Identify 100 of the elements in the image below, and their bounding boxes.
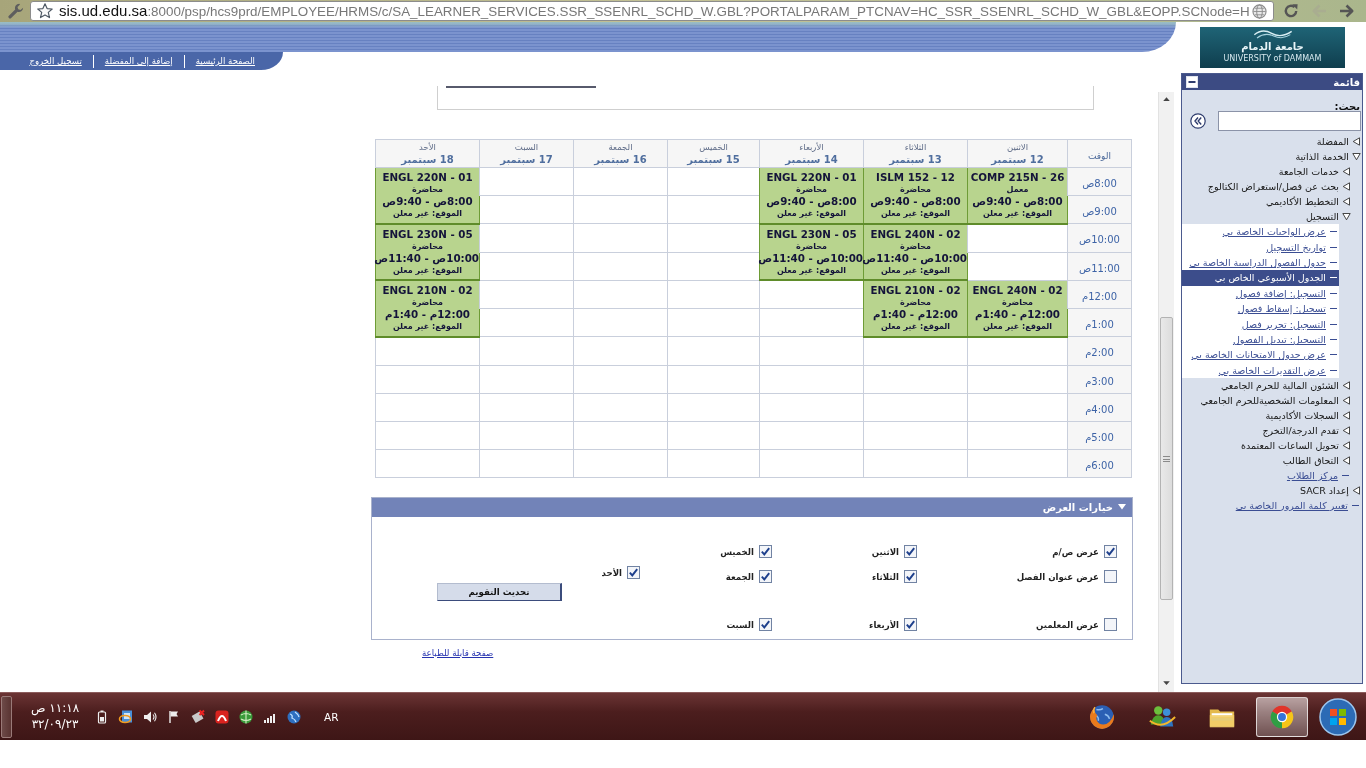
course-code: ENGL 230N - 05 [766,227,857,241]
checkbox[interactable] [904,570,917,583]
menu-folder[interactable]: تقدم الدرجة/التخرج [1262,424,1351,436]
menu-link[interactable]: تواريخ التسجيل [1266,239,1339,255]
checkbox[interactable] [1104,618,1117,631]
search-field[interactable] [1218,111,1361,131]
class-time: 12:00م - 1:40م [975,308,1060,321]
clock-date[interactable]: ٣٢/٠٩/٢٣ [31,717,79,732]
day-date: 15 سبتمبر [687,152,740,166]
checkbox-label: الأربعاء [869,619,899,630]
checkbox-label: الخميس [720,546,754,557]
class-location: الموقع: غير معلن [982,321,1053,332]
course-code: ENGL 240N - 02 [870,227,961,241]
clock-time[interactable]: ١١:١٨ ص [30,701,80,716]
time-label: 1:00م [1085,319,1114,330]
logo-subtitle: UNIVERSITY of DAMMAM [1223,54,1322,64]
update-button[interactable]: تحديث التقويم [437,582,562,601]
menu-link[interactable]: الجدول الأسبوعي الخاص بي [1182,270,1339,286]
class-type: محاضرة [411,297,444,309]
day-date: 16 سبتمبر [594,152,647,166]
menu-link[interactable]: عرض الواجبات الخاصة بي [1222,224,1339,240]
day-date: 17 سبتمبر [500,152,553,166]
class-location: الموقع: غير معلن [982,208,1053,220]
star-icon[interactable] [37,3,53,19]
dash-icon [1330,369,1337,371]
language-indicator[interactable]: AR [324,710,339,723]
checkbox[interactable] [627,566,640,579]
menu-folder[interactable]: الشئون المالية للحرم الجامعي [1220,379,1351,391]
menu-link[interactable]: التسجيل: تحرير فصل [1241,316,1339,332]
right-arrow-icon[interactable] [1338,2,1356,20]
wrench-icon[interactable] [8,3,24,19]
day-name: الجمعة [608,141,633,153]
show-desktop-button[interactable] [1,695,12,738]
checkbox-label: عرض ص/م [1052,546,1099,557]
checkbox[interactable] [759,570,772,583]
course-code: ENGL 220N - 01 [382,171,473,185]
checkbox[interactable] [904,545,917,558]
document-ring-icon[interactable] [118,708,134,725]
class-time: 8:00ص - 9:40ص [972,195,1063,209]
reload-icon[interactable] [1282,2,1300,20]
class-location: الموقع: غير معلن [880,321,951,333]
globe-icon[interactable] [238,708,254,725]
menu-link[interactable]: مركز الطلاب [1286,467,1351,483]
menu-folder[interactable]: التحاق الطالب [1282,454,1351,466]
menu-folder[interactable]: إعداد SACR [1300,484,1361,496]
options-toggle[interactable]: خيارات العرض [372,497,1132,517]
nav-link[interactable]: إضافة إلى المفضلة [104,56,173,66]
class-location: الموقع: غير معلن [880,265,951,276]
checkbox[interactable] [1104,545,1117,558]
menu-link[interactable]: تسجيل: إسقاط فصول [1237,300,1339,317]
network-error-icon[interactable] [190,708,206,725]
checkbox-label: عرض عنوان الفصل [1016,571,1099,582]
print-link[interactable]: صفحة قابلة للطباعة [422,647,494,658]
dash-icon [1352,504,1359,506]
menu-folder[interactable]: السجلات الأكاديمية [1265,409,1351,421]
time-label: 9:00ص [1082,206,1117,217]
menu-link[interactable]: تغيير كلمة المرور الخاصة بي [1235,497,1361,513]
dash-icon [1330,323,1337,325]
taskbar-button[interactable] [1256,696,1308,737]
dash-icon [1330,354,1337,356]
globe-icon[interactable] [286,708,302,725]
scroll-thumb[interactable] [1160,317,1173,600]
dash-icon [1330,338,1337,340]
day-name: السبت [514,141,539,153]
class-type: معمل [1006,184,1029,196]
menu-link[interactable]: التسجيل: إضافة فصول [1235,285,1339,301]
class-type: محاضرة [795,240,828,252]
day-name: الخميس [699,141,728,153]
checkbox[interactable] [759,545,772,558]
menu-link[interactable]: عرض جدول الامتحانات الخاصة بي [1191,347,1339,363]
day-date: 12 سبتمبر [991,152,1044,166]
menu-folder[interactable]: بحث عن فصل/استعراض الكتالوج [1207,181,1351,192]
address-field[interactable]: sis.ud.edu.sa:8000/psp/hcs9prd/EMPLOYEE/HRMS/c/SA_LEARNER_SERVICES.SSR_SSENRL_SCHD_W.GBL?PORTALPARAM_PTCNAV=HC_SSR_SSENRL_SCHD_W_GBL&EOPP.SCNode=H [30,1,1274,21]
checkbox[interactable] [759,618,772,631]
checkbox[interactable] [904,618,917,631]
checkbox[interactable] [1104,570,1117,583]
menu-link[interactable]: جدول الفصول الدراسية الخاصة بي [1189,254,1339,271]
class-type: محاضرة [899,184,932,196]
nav-link[interactable]: الصفحة الرئيسية [195,56,255,66]
dash-icon [1330,308,1337,310]
menu-folder[interactable]: الخدمة الذاتية [1295,151,1361,162]
curve-tile-icon[interactable] [214,708,230,725]
menu-folder[interactable]: تحويل الساعات المعتمدة [1241,439,1351,451]
menu-folder[interactable]: المفضلة [1316,136,1361,147]
dash-icon [1330,277,1337,279]
nav-link[interactable]: تسجيل الخروج [29,56,82,66]
menu-link[interactable]: التسجيل: تبديل الفصول [1232,331,1339,348]
minus-icon[interactable] [1186,76,1198,88]
time-label: 2:00م [1085,347,1114,359]
menu-folder[interactable]: خدمات الجامعة [1278,166,1351,177]
dash-icon [1330,246,1337,248]
menu-folder[interactable]: التخطيط الأكاديمي [1266,196,1351,207]
class-type: محاضرة [1001,297,1034,308]
double-chevron-icon[interactable] [1190,113,1206,129]
menu-folder[interactable]: المعلومات الشخصيةللحرم الجامعي [1200,394,1351,406]
checkbox-label: الأحد [601,567,622,578]
checkbox-label: الجمعة [725,571,754,582]
menu-folder[interactable]: التسجيل [1305,211,1351,222]
day-name: الاثنين [1006,141,1029,153]
menu-link[interactable]: عرض التقديرات الخاصة بي [1218,362,1339,378]
